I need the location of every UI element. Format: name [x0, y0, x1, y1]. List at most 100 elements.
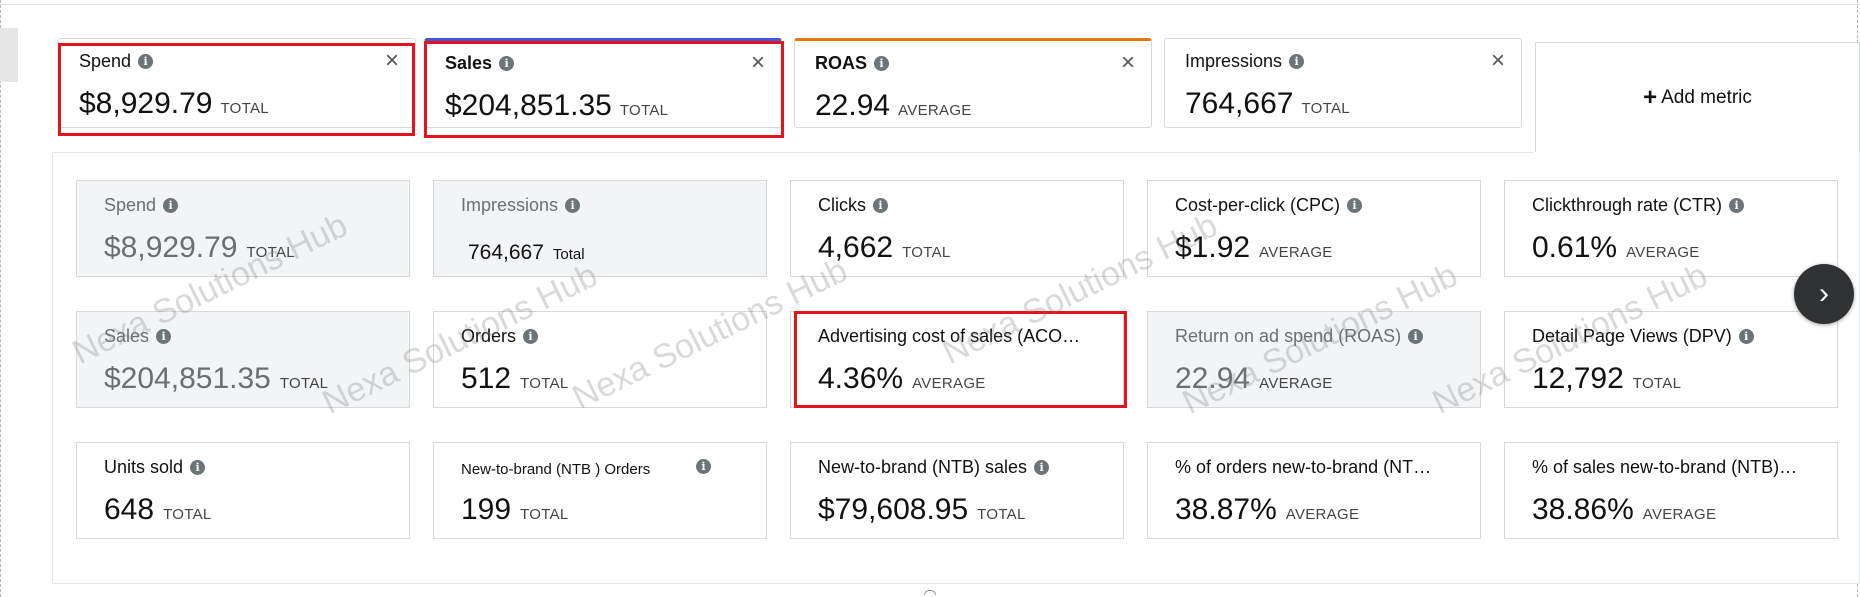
- tab-title: Impressions i: [1185, 51, 1305, 72]
- scroll-indicator: [924, 590, 936, 595]
- tab-row-divider: [52, 152, 1534, 153]
- metric-card-acos[interactable]: Advertising cost of sales (ACO… 4.36% AVE…: [790, 311, 1124, 408]
- metric-tab-spend[interactable]: Spend i × $8,929.79 TOTAL: [58, 38, 416, 128]
- tab-title: Sales i: [445, 53, 515, 74]
- tab-aggregate: AVERAGE: [898, 102, 972, 119]
- info-icon[interactable]: i: [1347, 198, 1363, 213]
- card-aggregate: TOTAL: [520, 506, 569, 523]
- info-icon[interactable]: i: [696, 459, 711, 474]
- card-aggregate: TOTAL: [163, 506, 212, 523]
- card-label: % of orders new-to-brand (NT…: [1175, 457, 1432, 477]
- info-icon[interactable]: i: [873, 198, 888, 213]
- card-label: Orders i: [461, 326, 539, 347]
- card-value: $204,851.35: [104, 362, 271, 395]
- tab-value: 22.94: [815, 89, 891, 122]
- info-icon[interactable]: i: [1408, 329, 1424, 344]
- card-label: Return on ad spend (ROAS) i: [1175, 326, 1424, 347]
- metric-card-pct-orders-ntb[interactable]: % of orders new-to-brand (NT… 38.87% AVER…: [1147, 442, 1481, 539]
- close-icon[interactable]: ×: [751, 51, 765, 75]
- metric-card-dpv[interactable]: Detail Page Views (DPV) i 12,792 TOTAL: [1504, 311, 1838, 408]
- metric-tab-impressions[interactable]: Impressions i × 764,667 TOTAL: [1164, 38, 1522, 128]
- card-aggregate: AVERAGE: [912, 375, 986, 392]
- card-value: 38.86%: [1532, 493, 1634, 526]
- metric-card-clicks[interactable]: Clicks i 4,662 TOTAL: [790, 180, 1124, 277]
- info-icon[interactable]: i: [523, 329, 539, 344]
- card-aggregate: AVERAGE: [1259, 375, 1333, 392]
- metric-card-spend[interactable]: Spend i $8,929.79 TOTAL: [76, 180, 410, 277]
- next-page-button[interactable]: ›: [1794, 264, 1854, 324]
- card-aggregate: TOTAL: [902, 244, 951, 261]
- metric-card-sales[interactable]: Sales i $204,851.35 TOTAL: [76, 311, 410, 408]
- info-icon[interactable]: i: [499, 56, 515, 71]
- close-icon[interactable]: ×: [1121, 51, 1135, 75]
- chevron-right-icon: ›: [1819, 277, 1829, 310]
- card-aggregate: AVERAGE: [1259, 244, 1333, 261]
- tab-title: ROAS i: [815, 53, 890, 74]
- frame-left-border: [0, 0, 1, 597]
- info-icon[interactable]: i: [1289, 54, 1305, 69]
- info-icon[interactable]: i: [156, 329, 172, 344]
- card-aggregate: AVERAGE: [1642, 506, 1717, 523]
- card-label: Impressions i: [461, 195, 581, 216]
- info-icon[interactable]: i: [874, 56, 890, 71]
- metric-card-pct-sales-ntb[interactable]: % of sales new-to-brand (NTB)… 38.86% AVE…: [1504, 442, 1838, 539]
- info-icon[interactable]: i: [190, 460, 206, 475]
- card-value: 4,662: [818, 231, 894, 264]
- metric-card-ntb-orders[interactable]: New-to-brand (NTB ) Orders i 199 TOTAL: [433, 442, 767, 539]
- metric-card-cpc[interactable]: Cost-per-click (CPC) i $1.92 AVERAGE: [1147, 180, 1481, 277]
- metric-card-orders[interactable]: Orders i 512 TOTAL: [433, 311, 767, 408]
- add-metric-label: Add metric: [1661, 86, 1752, 108]
- card-label: % of sales new-to-brand (NTB)…: [1532, 457, 1798, 477]
- info-icon[interactable]: i: [163, 198, 179, 213]
- metric-tab-sales[interactable]: Sales i × $204,851.35 TOTAL: [424, 38, 782, 128]
- card-label: Advertising cost of sales (ACO…: [818, 326, 1081, 346]
- close-icon[interactable]: ×: [1491, 49, 1505, 73]
- card-aggregate: TOTAL: [977, 506, 1026, 523]
- info-icon[interactable]: i: [1738, 329, 1754, 344]
- plus-icon: +: [1643, 83, 1658, 111]
- add-metric-button[interactable]: + Add metric: [1535, 42, 1860, 152]
- card-label: Spend i: [104, 195, 179, 216]
- card-label: Clicks i: [818, 195, 888, 216]
- card-label: New-to-brand (NTB ) Orders: [461, 461, 651, 478]
- card-label: Units sold i: [104, 457, 206, 478]
- card-aggregate: TOTAL: [1632, 375, 1682, 392]
- left-edge-tab: [0, 28, 18, 82]
- metric-card-impressions[interactable]: Impressions i 764,667 Total: [433, 180, 767, 277]
- card-aggregate: TOTAL: [520, 375, 569, 392]
- metric-card-ntb-sales[interactable]: New-to-brand (NTB) sales i $79,608.95 TOTA…: [790, 442, 1124, 539]
- tab-aggregate: TOTAL: [1301, 100, 1350, 117]
- tab-value: 764,667: [1185, 87, 1294, 120]
- info-icon[interactable]: i: [1034, 460, 1050, 475]
- metric-card-roas[interactable]: Return on ad spend (ROAS) i 22.94 AVERAGE: [1147, 311, 1481, 408]
- close-icon[interactable]: ×: [385, 49, 399, 73]
- card-label: Sales i: [104, 326, 172, 347]
- tab-aggregate: TOTAL: [619, 102, 669, 119]
- metric-tab-roas[interactable]: ROAS i × 22.94 AVERAGE: [794, 38, 1152, 128]
- card-value: 512: [461, 362, 512, 395]
- card-value: 22.94: [1175, 362, 1251, 395]
- card-value: 648: [104, 493, 155, 526]
- card-value: 764,667: [468, 241, 544, 264]
- card-aggregate: Total: [552, 246, 585, 263]
- card-value: 38.87%: [1175, 493, 1277, 526]
- card-value: 4.36%: [818, 362, 904, 395]
- card-aggregate: AVERAGE: [1626, 244, 1700, 261]
- info-icon[interactable]: i: [565, 198, 581, 213]
- card-value: 0.61%: [1532, 231, 1618, 264]
- card-label: Clickthrough rate (CTR) i: [1532, 195, 1745, 216]
- info-icon[interactable]: i: [138, 54, 154, 69]
- metric-card-units-sold[interactable]: Units sold i 648 TOTAL: [76, 442, 410, 539]
- card-aggregate: TOTAL: [246, 244, 295, 261]
- card-label: Detail Page Views (DPV) i: [1532, 326, 1754, 347]
- tab-aggregate: TOTAL: [220, 100, 269, 117]
- info-icon[interactable]: i: [1729, 198, 1745, 213]
- card-value: $79,608.95: [818, 493, 969, 526]
- tab-value: $204,851.35: [445, 89, 612, 122]
- frame-top-border: [0, 4, 1860, 5]
- card-aggregate: AVERAGE: [1285, 506, 1360, 523]
- metric-card-ctr[interactable]: Clickthrough rate (CTR) i 0.61% AVERAGE: [1504, 180, 1838, 277]
- card-label: New-to-brand (NTB) sales i: [818, 457, 1050, 478]
- card-value: 12,792: [1532, 362, 1624, 395]
- tab-value: $8,929.79: [79, 87, 213, 120]
